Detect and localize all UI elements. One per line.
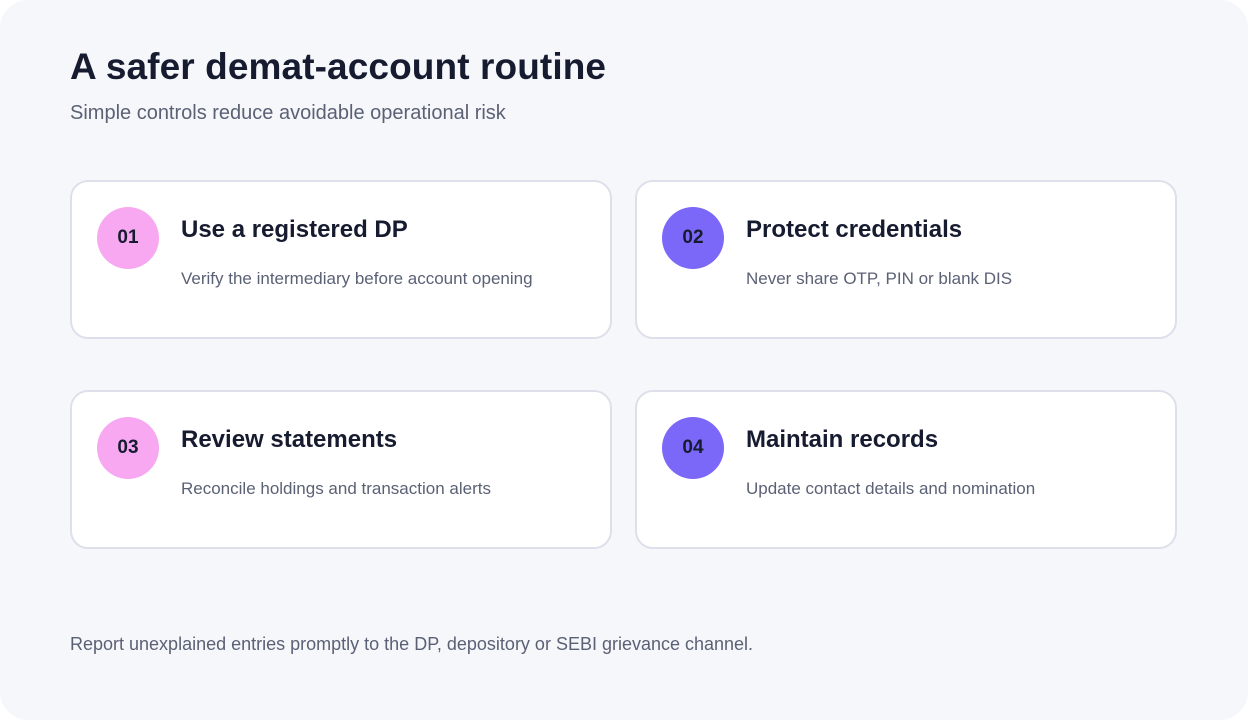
step-description: Never share OTP, PIN or blank DIS xyxy=(746,269,1013,288)
step-description: Update contact details and nomination xyxy=(746,479,1036,498)
step-number-badge: 01 xyxy=(97,207,159,269)
page-title: A safer demat-account routine xyxy=(70,46,607,87)
step-card-maintain-records: 04 Maintain records Update contact detai… xyxy=(635,390,1177,549)
step-title: Protect credentials xyxy=(746,216,963,243)
step-number-badge: 03 xyxy=(97,417,159,479)
step-number-badge: 02 xyxy=(662,207,724,269)
step-description: Verify the intermediary before account o… xyxy=(181,269,533,288)
step-card-protect-credentials: 02 Protect credentials Never share OTP, … xyxy=(635,180,1177,339)
page-subtitle: Simple controls reduce avoidable operati… xyxy=(70,102,506,124)
step-number-badge: 04 xyxy=(662,417,724,479)
footer-note: Report unexplained entries promptly to t… xyxy=(70,634,754,654)
step-title: Review statements xyxy=(181,426,398,453)
step-card-review-statements: 03 Review statements Reconcile holdings … xyxy=(70,390,612,549)
step-card-registered-dp: 01 Use a registered DP Verify the interm… xyxy=(70,180,612,339)
step-description: Reconcile holdings and transaction alert… xyxy=(181,479,491,498)
checklist-panel: A safer demat-account routine Simple con… xyxy=(0,0,1248,720)
step-title: Maintain records xyxy=(746,426,939,453)
step-title: Use a registered DP xyxy=(181,216,408,243)
